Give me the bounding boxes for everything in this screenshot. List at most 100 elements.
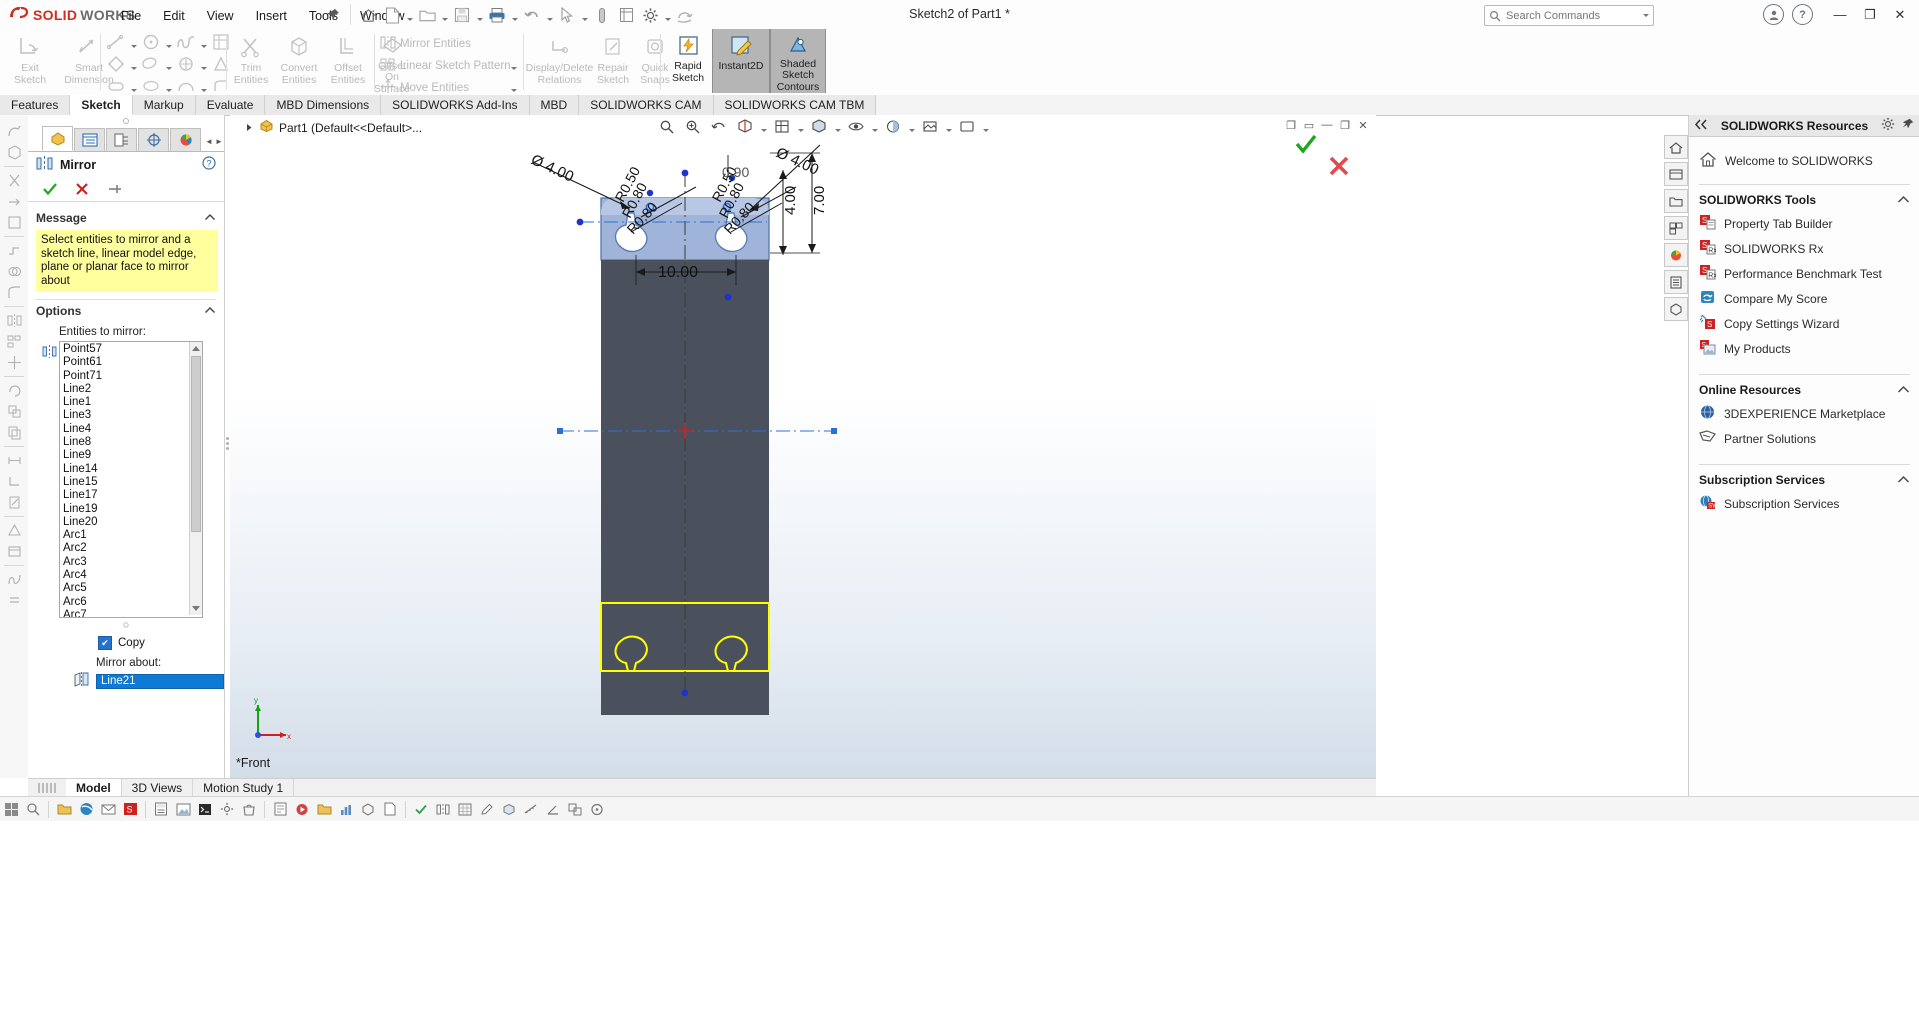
rectangle-tool-icon[interactable] (104, 53, 128, 75)
linear-pattern-caret[interactable] (508, 53, 519, 75)
rail-fillet-icon[interactable] (0, 282, 28, 303)
offset-entities-button[interactable]: Offset Entities (326, 29, 370, 95)
tabs-scroll-left-icon[interactable]: ◄ (204, 131, 214, 151)
rail-pattern-icon[interactable] (0, 331, 28, 352)
double-chevron-left-icon[interactable] (1694, 119, 1708, 133)
doc-taskbar-icon[interactable] (379, 798, 401, 820)
entity-list-item[interactable]: Line20 (60, 516, 202, 529)
entity-list-item[interactable]: Line17 (60, 489, 202, 502)
rail-repair-icon[interactable] (0, 492, 28, 513)
property-manager-actions[interactable] (28, 177, 224, 202)
gear-icon[interactable] (1881, 117, 1895, 134)
cube-taskbar-icon[interactable] (498, 798, 520, 820)
rail-intersection-icon[interactable] (0, 261, 28, 282)
angle-taskbar-icon[interactable] (542, 798, 564, 820)
document-tabs-bar[interactable]: Model 3D Views Motion Study 1 (28, 778, 1376, 797)
rapid-sketch-button[interactable]: Rapid Sketch (664, 29, 712, 93)
chevron-up-icon[interactable] (204, 304, 216, 318)
line-tool-caret[interactable] (128, 31, 139, 53)
compare-my-score-item[interactable]: Compare My Score (1689, 286, 1919, 311)
tab-sketch[interactable]: Sketch (70, 95, 133, 115)
file-explorer-taskbar-icon[interactable] (53, 798, 75, 820)
entity-list-item[interactable]: Arc3 (60, 556, 202, 569)
ellipse-tool-icon[interactable] (139, 75, 163, 97)
help-icon[interactable]: ? (202, 156, 216, 173)
manager-tab-arrows[interactable]: ◄ ► (204, 131, 224, 151)
tab-solidworks-cam-tbm[interactable]: SOLIDWORKS CAM TBM (713, 95, 877, 115)
entity-list-item[interactable]: Point71 (60, 370, 202, 383)
entities-listbox[interactable]: Point57 Point61 Point71 Line2 Line1 Line3 Line… (59, 341, 203, 618)
tab-features[interactable]: Features (0, 95, 71, 115)
slot-tool-caret[interactable] (163, 53, 174, 75)
tabs-grip[interactable] (28, 779, 66, 797)
confirm-cancel-icon[interactable] (1328, 155, 1350, 180)
entity-list-item[interactable]: Line14 (60, 463, 202, 476)
circle-tool-icon[interactable] (139, 31, 163, 53)
windows-start-icon[interactable] (0, 798, 22, 820)
rail-move-icon[interactable] (0, 352, 28, 373)
confirm-ok-icon[interactable] (1294, 133, 1318, 158)
copy-settings-wizard-item[interactable]: S Copy Settings Wizard (1689, 311, 1919, 336)
subscription-services-section-header[interactable]: Subscription Services (1689, 465, 1919, 491)
configuration-manager-tab[interactable] (106, 128, 137, 151)
listbox-resize-grip[interactable] (28, 618, 224, 629)
pen-taskbar-icon[interactable] (476, 798, 498, 820)
tab-mbd[interactable]: MBD (529, 95, 580, 115)
dimxpert-manager-tab[interactable] (138, 128, 169, 151)
linear-sketch-pattern-button[interactable]: Linear Sketch Pattern (380, 55, 511, 77)
tab-3d-views[interactable]: 3D Views (122, 779, 194, 797)
scroll-down-arrow-icon[interactable] (192, 606, 200, 611)
rail-stretch-icon[interactable] (0, 450, 28, 471)
entity-list-item[interactable]: Line15 (60, 476, 202, 489)
solidworks-resources-strip-icon[interactable] (1664, 135, 1688, 159)
spline-tool-icon[interactable] (174, 31, 198, 53)
entity-list-item[interactable]: Line19 (60, 503, 202, 516)
chevron-up-icon[interactable] (1897, 473, 1910, 487)
tab-mbd-dimensions[interactable]: MBD Dimensions (265, 95, 382, 115)
media-taskbar-icon[interactable] (291, 798, 313, 820)
tab-solidworks-cam[interactable]: SOLIDWORKS CAM (579, 95, 714, 115)
entity-list-item[interactable]: Arc4 (60, 569, 202, 582)
partner-solutions-item[interactable]: Partner Solutions (1689, 426, 1919, 451)
entity-list-item[interactable]: Line9 (60, 449, 202, 462)
entity-list-item[interactable]: Point61 (60, 356, 202, 369)
arc-caret[interactable] (198, 75, 209, 97)
solidworks-rx-item[interactable]: S Rx SOLIDWORKS Rx (1689, 236, 1919, 261)
user-account-icon[interactable] (1763, 4, 1784, 25)
slot-tool-icon[interactable] (139, 53, 163, 75)
scroll-up-arrow-icon[interactable] (192, 346, 200, 351)
trim-entities-button[interactable]: Trim Entities (230, 29, 272, 95)
search-caret-icon[interactable] (1643, 14, 1649, 17)
rail-line-icon[interactable] (0, 121, 28, 142)
system-buttons[interactable]: ? — ❐ ✕ (1763, 3, 1915, 26)
entity-list-item[interactable]: Line2 (60, 383, 202, 396)
graphics-area[interactable]: Part1 (Default<<Default>... ❐ ▭ — ❐ ✕ Ø … (230, 115, 1376, 778)
arc-tool-icon[interactable] (174, 75, 198, 97)
display-delete-relations-button[interactable]: Display/Delete Relations (526, 29, 593, 95)
pin-icon[interactable] (1901, 117, 1915, 134)
view-palette-strip-icon[interactable] (1664, 216, 1688, 240)
help-icon[interactable]: ? (1792, 4, 1813, 25)
rail-relations-icon[interactable] (0, 471, 28, 492)
move-entities-caret[interactable] (508, 75, 519, 97)
tab-model[interactable]: Model (66, 779, 122, 797)
point-tool-caret[interactable] (198, 53, 209, 75)
chart-taskbar-icon[interactable] (335, 798, 357, 820)
entity-list-item[interactable]: Point57 (60, 343, 202, 356)
check-taskbar-icon[interactable] (410, 798, 432, 820)
mail-taskbar-icon[interactable] (97, 798, 119, 820)
rail-equation-icon[interactable] (0, 590, 28, 611)
entity-list-item[interactable]: Line4 (60, 423, 202, 436)
settings-taskbar-icon[interactable] (216, 798, 238, 820)
rail-mirror-icon[interactable] (0, 310, 28, 331)
appearances-strip-icon[interactable] (1664, 243, 1688, 267)
rail-block-icon[interactable] (0, 541, 28, 562)
solidworks-tools-section-header[interactable]: SOLIDWORKS Tools (1689, 185, 1919, 211)
3dexperience-marketplace-item[interactable]: 3DEXPERIENCE Marketplace (1689, 401, 1919, 426)
rail-trim-icon[interactable] (0, 170, 28, 191)
scrollbar-thumb[interactable] (191, 356, 201, 532)
status-bar[interactable]: S (0, 796, 1919, 821)
chevron-up-icon[interactable] (1897, 193, 1910, 207)
cad2-taskbar-icon[interactable] (357, 798, 379, 820)
folder2-taskbar-icon[interactable] (313, 798, 335, 820)
